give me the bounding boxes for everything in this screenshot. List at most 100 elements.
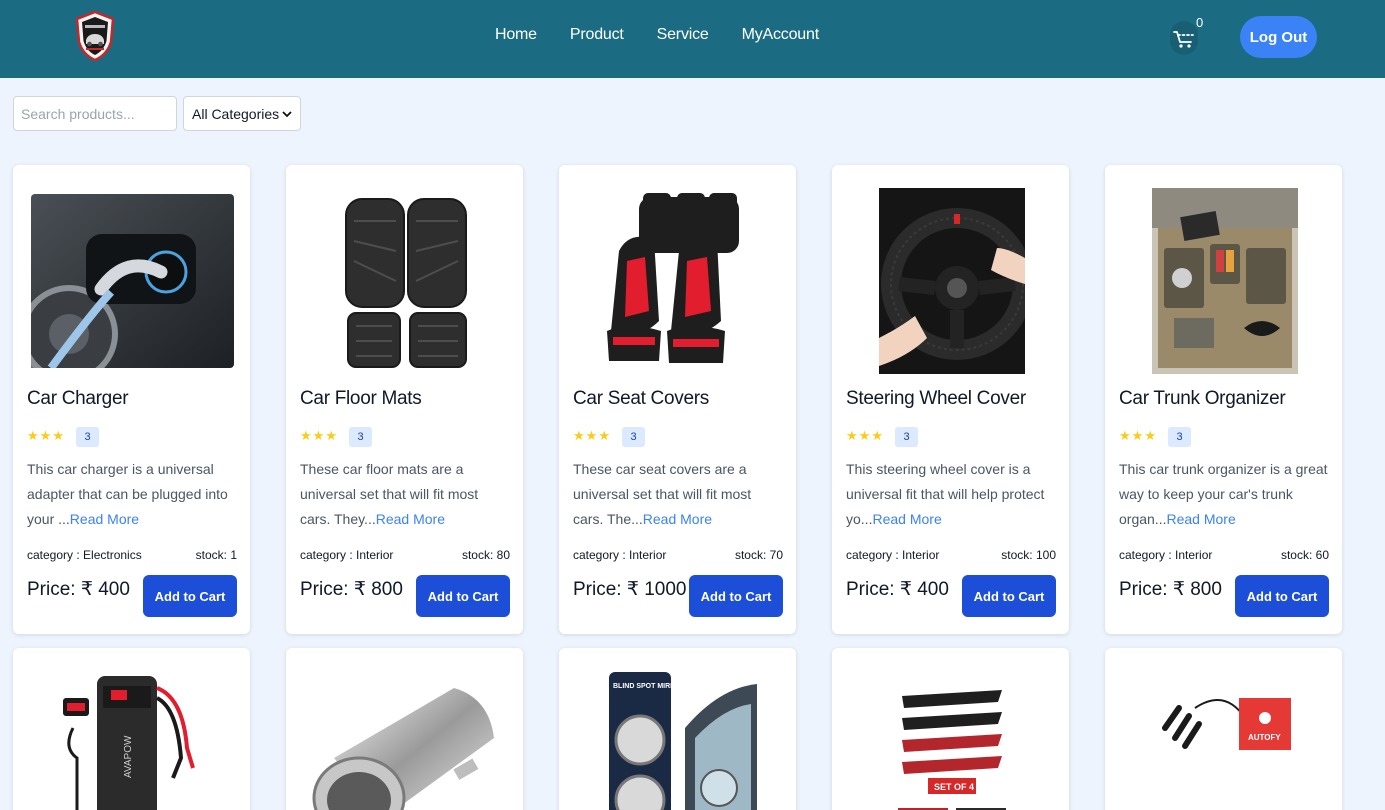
product-title[interactable]: Car Seat Covers — [573, 388, 709, 410]
search-input[interactable] — [13, 96, 177, 131]
add-to-cart-button[interactable]: Add to Cart — [962, 575, 1056, 617]
rating-stars: ★ ★ ★ — [846, 427, 883, 444]
blind-spot-mirror-label: BLIND SPOT MIRROR — [613, 683, 686, 690]
rating-badge: 3 — [349, 427, 372, 447]
star-icon: ★ — [52, 428, 64, 443]
autofy-brand-label: AUTOFY — [1248, 733, 1281, 742]
star-icon: ★ — [300, 428, 312, 443]
trunk-organizer-image[interactable] — [1123, 187, 1326, 374]
rating-stars: ★ ★ ★ — [573, 427, 610, 444]
product-price: Price: ₹ 800 — [300, 579, 403, 600]
star-icon: ★ — [27, 428, 39, 443]
product-description: This steering wheel cover is a universal… — [846, 457, 1058, 532]
product-title[interactable]: Car Charger — [27, 388, 129, 410]
product-category: category : Interior — [846, 548, 940, 562]
product-stock: stock: 60 — [1280, 548, 1329, 562]
rating-stars: ★ ★ ★ — [300, 427, 337, 444]
product-card: AUTOFY — [1105, 648, 1342, 810]
product-card: Car Trunk Organizer ★ ★ ★ 3 This car tru… — [1105, 165, 1342, 634]
exhaust-tip-image[interactable] — [304, 668, 507, 810]
read-more-link[interactable]: Read More — [376, 511, 445, 527]
product-meta: category : Electronics stock: 1 — [27, 548, 237, 562]
product-category: category : Interior — [1119, 548, 1213, 562]
product-card: AVAPOW — [13, 648, 250, 810]
product-card: Steering Wheel Cover ★ ★ ★ 3 This steeri… — [832, 165, 1069, 634]
read-more-link[interactable]: Read More — [643, 511, 712, 527]
product-stock: stock: 100 — [1001, 548, 1056, 562]
product-meta: category : Interior stock: 100 — [846, 548, 1056, 562]
product-card: Car Charger ★ ★ ★ 3 This car charger is … — [13, 165, 250, 634]
product-description: These car floor mats are a universal set… — [300, 457, 512, 532]
star-icon: ★ — [871, 428, 883, 443]
rating-badge: 3 — [76, 427, 99, 447]
nav-myaccount[interactable]: MyAccount — [742, 26, 820, 44]
door-guard-strips-image[interactable]: SET OF 4 — [850, 668, 1053, 810]
star-icon: ★ — [846, 428, 858, 443]
category-select[interactable]: All Categories — [183, 96, 301, 131]
product-price: Price: ₹ 800 — [1119, 579, 1222, 600]
product-category: category : Interior — [300, 548, 394, 562]
product-price: Price: ₹ 400 — [27, 579, 130, 600]
product-stock: stock: 80 — [461, 548, 510, 562]
nav-product[interactable]: Product — [570, 26, 624, 44]
product-description: These car seat covers are a universal se… — [573, 457, 785, 532]
car-shield-logo-icon[interactable] — [74, 10, 116, 62]
add-to-cart-button[interactable]: Add to Cart — [416, 575, 510, 617]
product-category: category : Interior — [573, 548, 667, 562]
product-title[interactable]: Steering Wheel Cover — [846, 388, 1026, 410]
main-nav: Home Product Service MyAccount — [495, 26, 819, 44]
nav-home[interactable]: Home — [495, 26, 537, 44]
logout-button[interactable]: Log Out — [1240, 16, 1317, 58]
nav-service[interactable]: Service — [657, 26, 709, 44]
add-to-cart-button[interactable]: Add to Cart — [143, 575, 237, 617]
seat-covers-image[interactable] — [577, 187, 780, 374]
product-stock: stock: 1 — [195, 548, 237, 562]
product-card: Car Seat Covers ★ ★ ★ 3 These car seat c… — [559, 165, 796, 634]
read-more-link[interactable]: Read More — [872, 511, 941, 527]
star-icon: ★ — [1119, 428, 1131, 443]
star-icon: ★ — [598, 428, 610, 443]
cart-icon — [1173, 31, 1194, 48]
product-meta: category : Interior stock: 60 — [1119, 548, 1329, 562]
jump-starter-image[interactable]: AVAPOW — [31, 668, 234, 810]
star-icon: ★ — [1144, 428, 1156, 443]
ev-charger-image[interactable] — [31, 187, 234, 374]
jump-starter-brand-text: AVAPOW — [123, 735, 134, 778]
product-title[interactable]: Car Trunk Organizer — [1119, 388, 1286, 410]
product-stock: stock: 70 — [734, 548, 783, 562]
product-description: This car trunk organizer is a great way … — [1119, 457, 1331, 532]
read-more-link[interactable]: Read More — [70, 511, 139, 527]
rating-badge: 3 — [1168, 427, 1191, 447]
product-meta: category : Interior stock: 70 — [573, 548, 783, 562]
steering-wheel-image[interactable] — [850, 187, 1053, 374]
product-grid: Car Charger ★ ★ ★ 3 This car charger is … — [13, 165, 1342, 810]
rating-stars: ★ ★ ★ — [27, 427, 64, 444]
star-icon: ★ — [858, 428, 871, 443]
product-description: This car charger is a universal adapter … — [27, 457, 239, 532]
rating-badge: 3 — [895, 427, 918, 447]
set-of-4-label: SET OF 4 — [934, 782, 974, 792]
add-to-cart-button[interactable]: Add to Cart — [689, 575, 783, 617]
product-card: Car Floor Mats ★ ★ ★ 3 These car floor m… — [286, 165, 523, 634]
star-icon: ★ — [39, 428, 52, 443]
read-more-link[interactable]: Read More — [1166, 511, 1235, 527]
floor-mats-image[interactable] — [304, 187, 507, 374]
star-icon: ★ — [573, 428, 585, 443]
category-select-value: All Categories — [192, 105, 280, 122]
navbar: Home Product Service MyAccount 0 Log Out — [0, 0, 1385, 78]
product-title[interactable]: Car Floor Mats — [300, 388, 422, 410]
product-meta: category : Interior stock: 80 — [300, 548, 510, 562]
rating-badge: 3 — [622, 427, 645, 447]
product-price: Price: ₹ 400 — [846, 579, 949, 600]
star-icon: ★ — [585, 428, 598, 443]
star-icon: ★ — [325, 428, 337, 443]
star-icon: ★ — [312, 428, 325, 443]
ambient-light-kit-image[interactable]: AUTOFY — [1123, 668, 1326, 810]
cart-button[interactable]: 0 — [1168, 15, 1208, 59]
blind-spot-mirror-image[interactable]: BLIND SPOT MIRROR — [577, 668, 780, 810]
product-card — [286, 648, 523, 810]
add-to-cart-button[interactable]: Add to Cart — [1235, 575, 1329, 617]
rating-stars: ★ ★ ★ — [1119, 427, 1156, 444]
product-price: Price: ₹ 1000 — [573, 579, 687, 600]
chevron-down-icon — [282, 110, 292, 117]
